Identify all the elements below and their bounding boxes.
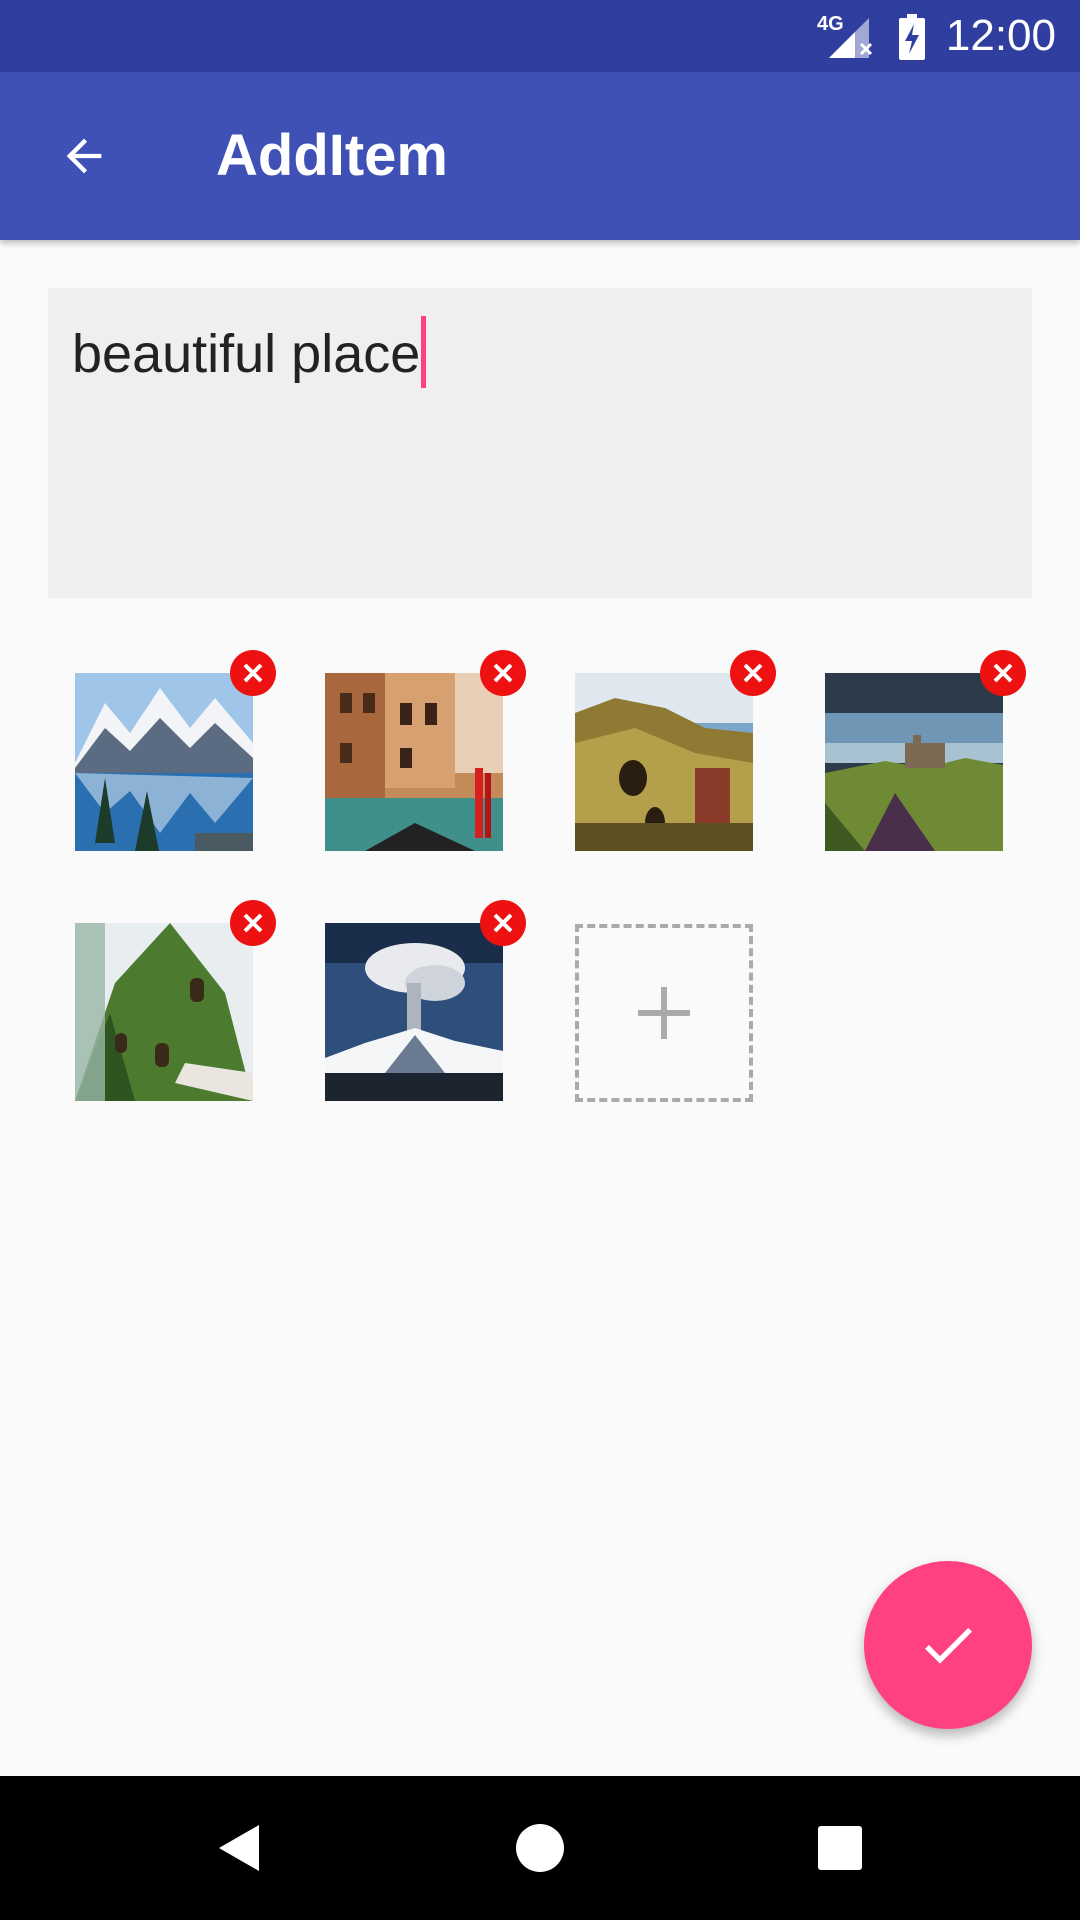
close-icon (993, 663, 1013, 683)
status-bar: 4G 12:00 (0, 0, 1080, 72)
back-button[interactable] (40, 112, 128, 200)
moss-hotel-photo[interactable] (75, 923, 253, 1101)
battery-charging-icon (899, 14, 925, 60)
nav-recents-button[interactable] (790, 1798, 890, 1898)
description-input[interactable]: beautiful place (48, 288, 1032, 598)
add-image-button[interactable] (575, 924, 753, 1102)
status-icons: 4G (817, 14, 925, 60)
remove-image-button[interactable] (480, 900, 526, 946)
close-icon (493, 663, 513, 683)
remove-image-button[interactable] (730, 650, 776, 696)
status-time: 12:00 (945, 11, 1056, 60)
close-icon (243, 913, 263, 933)
recents-square-icon (818, 1826, 862, 1870)
close-icon (743, 663, 763, 683)
signal-4g-icon: 4G (817, 14, 877, 60)
home-circle-icon (516, 1824, 564, 1872)
nav-home-button[interactable] (490, 1798, 590, 1898)
remove-image-button[interactable] (480, 650, 526, 696)
close-icon (493, 913, 513, 933)
nav-back-button[interactable] (190, 1798, 290, 1898)
description-text: beautiful place (72, 324, 421, 384)
close-icon (243, 663, 263, 683)
back-triangle-icon (219, 1825, 259, 1871)
volcano-eruption-photo[interactable] (325, 923, 503, 1101)
venice-canal-photo[interactable] (325, 673, 503, 851)
remove-image-button[interactable] (230, 900, 276, 946)
remove-image-button[interactable] (980, 650, 1026, 696)
check-icon (925, 1627, 972, 1664)
cave-house-photo[interactable] (575, 673, 753, 851)
confirm-button[interactable] (864, 1561, 1032, 1729)
app-bar: AddItem (0, 72, 1080, 240)
arrow-back-icon (66, 138, 102, 174)
text-cursor (421, 316, 427, 388)
remove-image-button[interactable] (230, 650, 276, 696)
mountain-lake-photo[interactable] (75, 673, 253, 851)
castle-landscape-photo[interactable] (825, 673, 1003, 851)
page-title: AddItem (216, 123, 448, 188)
plus-icon (638, 987, 690, 1039)
navigation-bar (0, 1776, 1080, 1920)
